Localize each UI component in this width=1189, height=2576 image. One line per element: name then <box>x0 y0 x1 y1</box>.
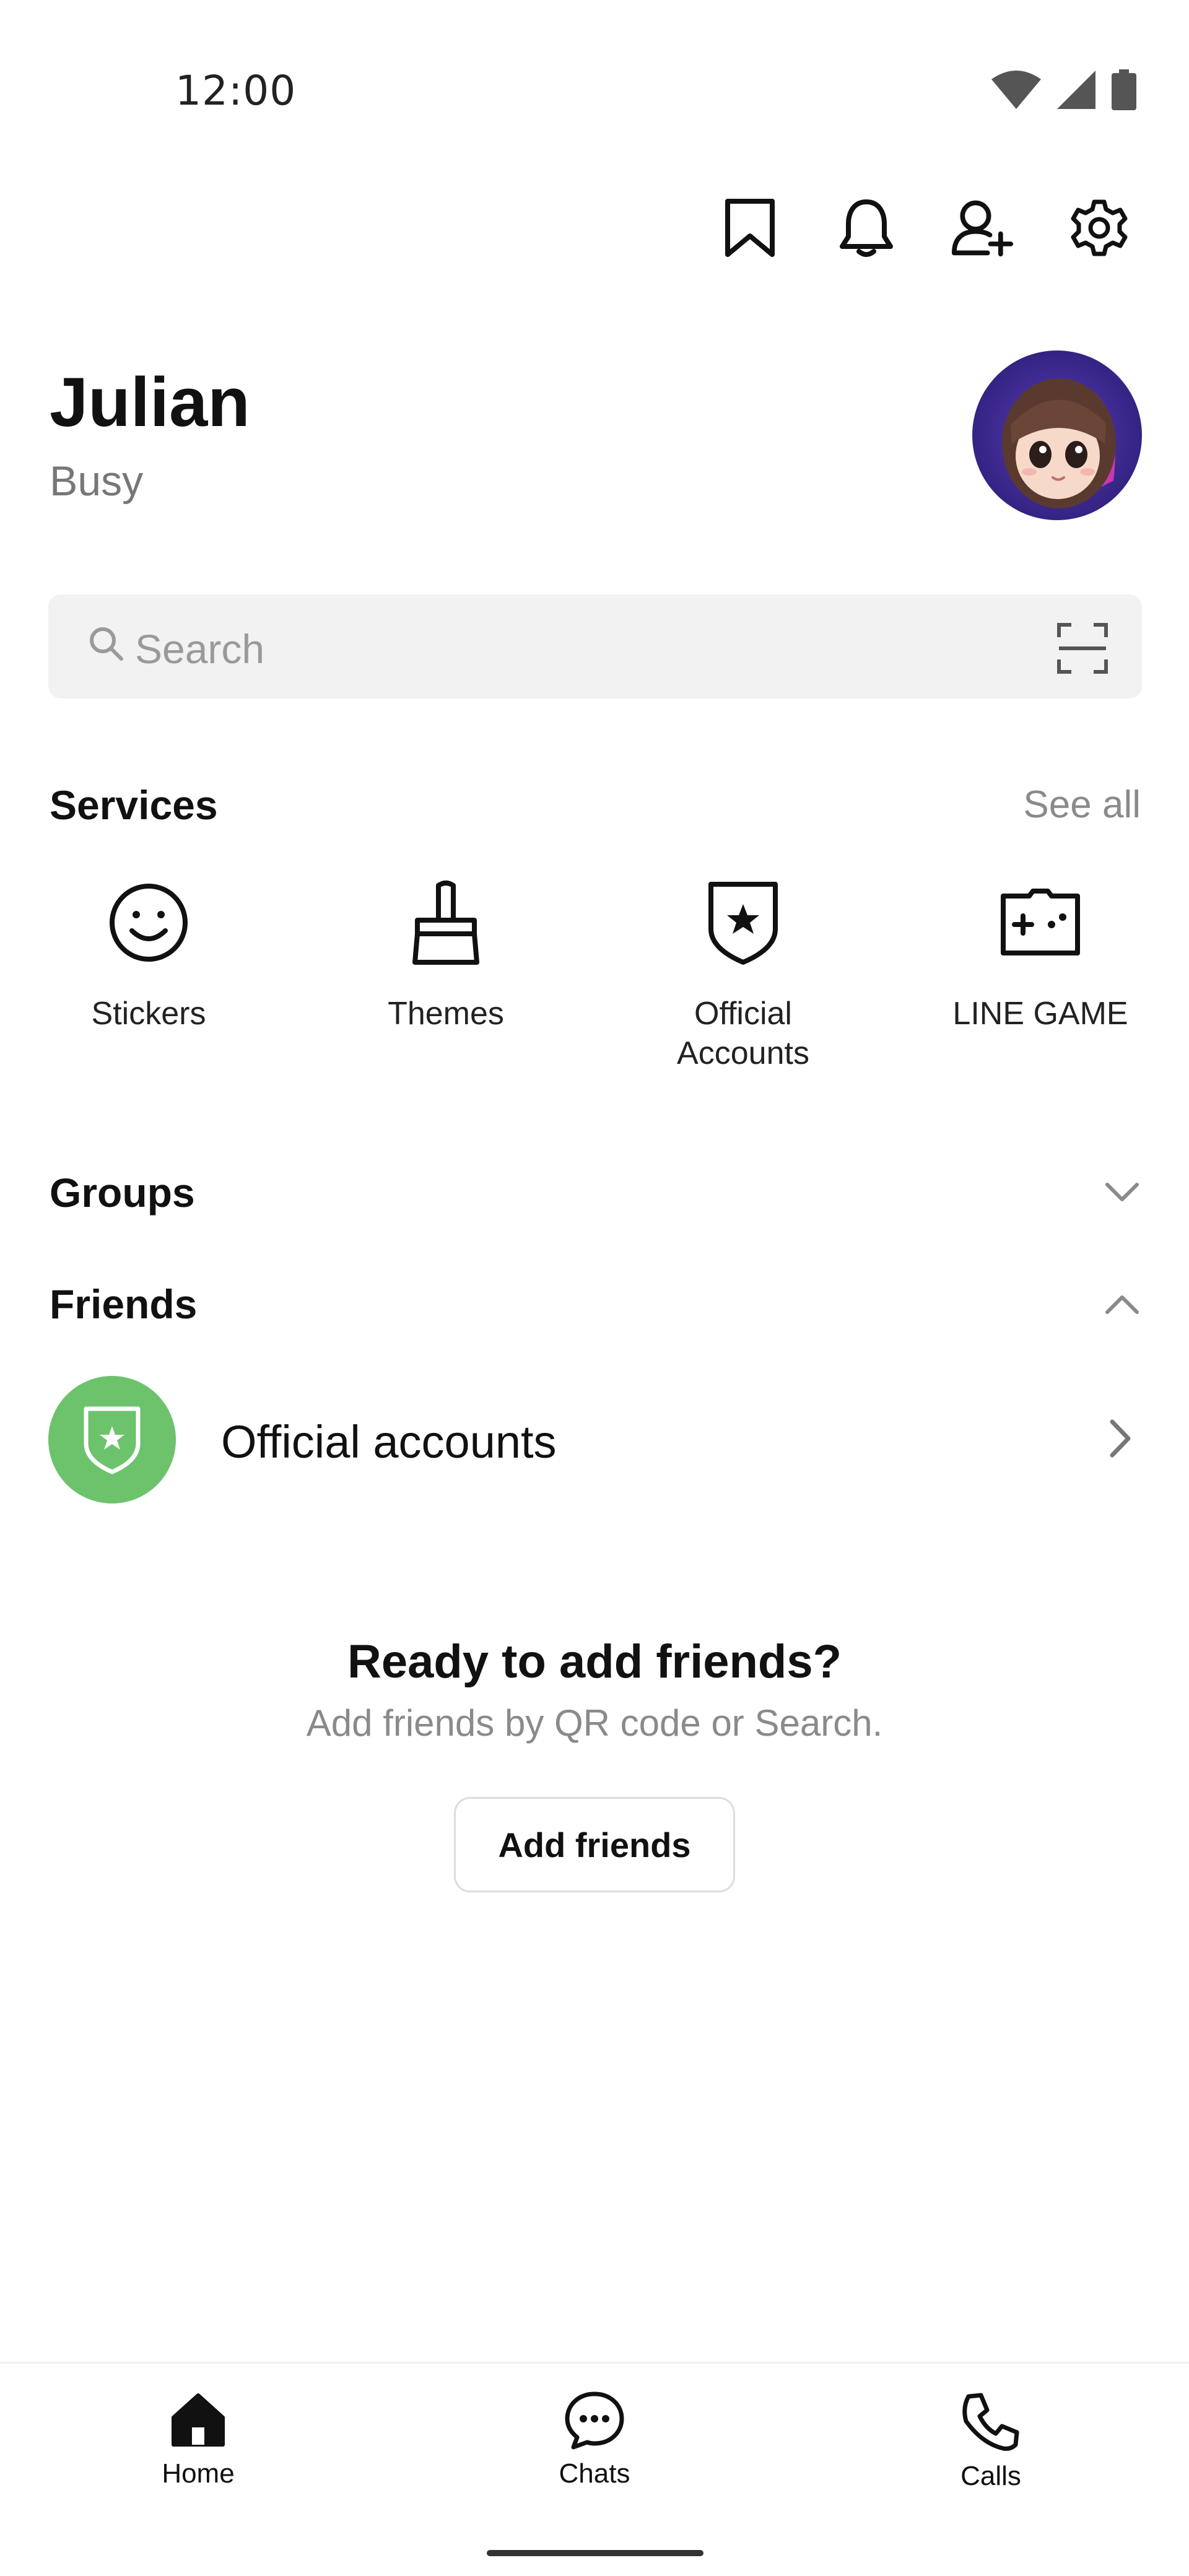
nav-home[interactable]: Home <box>74 2390 322 2489</box>
home-icon <box>172 2393 225 2447</box>
home-indicator[interactable] <box>487 2550 703 2556</box>
nav-chats[interactable]: Chats <box>471 2390 718 2489</box>
chat-icon <box>565 2391 624 2450</box>
shield-star-icon <box>708 882 778 965</box>
add-friends-button[interactable]: Add friends <box>454 1797 735 1892</box>
friends-title[interactable]: Friends <box>50 1281 197 1328</box>
phone-icon <box>962 2393 1019 2451</box>
search-icon <box>90 627 123 661</box>
top-actions <box>719 197 1130 259</box>
status-icons <box>991 69 1136 110</box>
chevron-up-icon[interactable] <box>1104 1292 1141 1317</box>
wifi-icon <box>991 71 1041 109</box>
official-accounts-row[interactable] <box>0 1368 1189 1511</box>
empty-state-subtitle: Add friends by QR code or Search. <box>306 1702 883 1744</box>
status-time: 12:00 <box>175 67 297 115</box>
service-label: Themes <box>388 996 504 1032</box>
chevron-down-icon[interactable] <box>1104 1180 1141 1204</box>
empty-state-title: Ready to add friends? <box>347 1635 842 1688</box>
service-label: LINE GAME <box>952 996 1128 1032</box>
bookmark-icon <box>725 199 775 257</box>
battery-icon <box>1112 69 1136 110</box>
service-stickers[interactable]: Stickers <box>0 876 297 1033</box>
see-all-link[interactable]: See all <box>1023 783 1141 827</box>
service-label: Stickers <box>91 996 206 1032</box>
official-accounts-label: Official accounts <box>221 1416 557 1468</box>
bookmark-button[interactable] <box>719 197 781 259</box>
signal-icon <box>1057 71 1095 109</box>
nav-calls[interactable]: Calls <box>867 2390 1115 2492</box>
bell-icon <box>840 199 893 257</box>
search-input[interactable] <box>135 622 1002 676</box>
service-official-accounts[interactable]: Official Accounts <box>594 876 892 1073</box>
chevron-right-icon <box>1110 1419 1131 1458</box>
avatar[interactable] <box>972 350 1142 520</box>
notifications-button[interactable] <box>835 197 897 259</box>
groups-title[interactable]: Groups <box>50 1169 195 1216</box>
service-themes[interactable]: Themes <box>297 876 594 1033</box>
brush-icon <box>412 881 479 965</box>
settings-button[interactable] <box>1068 197 1130 259</box>
avatar-image <box>972 350 1142 520</box>
add-friend-button[interactable] <box>952 197 1014 259</box>
official-accounts-avatar <box>48 1376 176 1503</box>
services-title: Services <box>50 782 218 828</box>
add-friend-icon <box>952 200 1014 257</box>
gear-icon <box>1071 199 1128 256</box>
gamepad-icon <box>1001 889 1080 955</box>
nav-label: Chats <box>559 2458 630 2489</box>
nav-label: Calls <box>960 2461 1021 2491</box>
profile-name[interactable]: Julian <box>50 362 250 442</box>
service-label: Official Accounts <box>677 996 809 1071</box>
nav-label: Home <box>162 2458 235 2489</box>
smiley-icon <box>110 884 188 962</box>
service-line-game[interactable]: LINE GAME <box>892 876 1189 1033</box>
scan-icon[interactable] <box>1056 622 1108 674</box>
shield-star-icon <box>84 1406 141 1474</box>
profile-status[interactable]: Busy <box>50 457 143 505</box>
